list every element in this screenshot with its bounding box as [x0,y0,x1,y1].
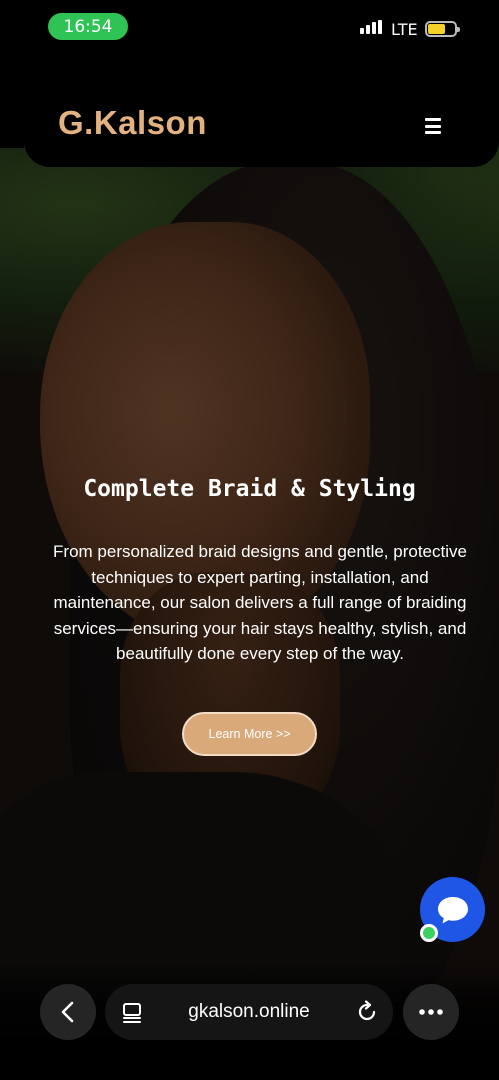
reload-icon[interactable] [355,1000,379,1024]
status-bar: 16:54 LTE [0,0,499,52]
hero-title: Complete Braid & Styling [83,476,416,502]
site-logo[interactable]: G.Kalson [58,104,207,142]
hero-description: From personalized braid designs and gent… [53,542,467,664]
status-time: 16:54 [48,13,128,40]
signal-icon [358,20,386,38]
battery-icon [425,21,460,37]
network-label: LTE [391,20,418,39]
site-header: G.Kalson [0,52,499,167]
more-options-button[interactable] [403,984,459,1040]
more-dots-icon [419,1009,443,1015]
hamburger-menu-icon[interactable] [421,114,445,138]
chat-bubble-icon [437,896,468,923]
online-status-dot [420,924,438,942]
address-bar[interactable]: gkalson.online [105,984,393,1040]
learn-more-button[interactable]: Learn More >> [182,712,317,756]
chevron-left-icon [61,1001,74,1023]
back-button[interactable] [40,984,96,1040]
url-text[interactable]: gkalson.online [105,1001,393,1023]
